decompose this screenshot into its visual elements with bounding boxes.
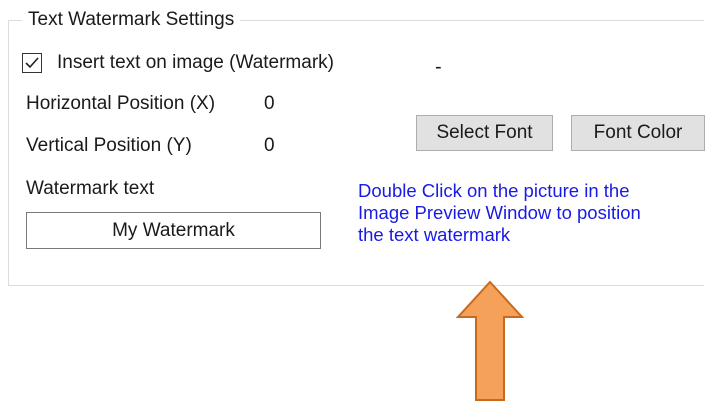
hint-line: Image Preview Window to position — [358, 202, 641, 223]
status-dash: - — [435, 56, 442, 78]
watermark-text-label: Watermark text — [26, 178, 155, 199]
insert-watermark-label[interactable]: Insert text on image (Watermark) — [57, 52, 334, 74]
watermark-text-input[interactable] — [26, 212, 321, 249]
horizontal-position-value: 0 — [264, 93, 275, 114]
groupbox-title: Text Watermark Settings — [22, 9, 241, 31]
hint-line: the text watermark — [358, 224, 511, 245]
insert-watermark-checkbox[interactable] — [22, 53, 42, 73]
font-color-button[interactable]: Font Color — [571, 115, 705, 151]
hint-line: Double Click on the picture in the — [358, 180, 630, 201]
checkmark-icon — [25, 57, 39, 69]
vertical-position-value: 0 — [264, 135, 275, 156]
horizontal-position-label: Horizontal Position (X) — [26, 93, 216, 114]
up-arrow-icon — [455, 280, 525, 401]
vertical-position-label: Vertical Position (Y) — [26, 135, 192, 156]
watermark-settings-panel: Text Watermark Settings Insert text on i… — [0, 0, 714, 401]
insert-watermark-checkbox-row[interactable]: Insert text on image (Watermark) — [22, 51, 334, 75]
select-font-button[interactable]: Select Font — [416, 115, 553, 151]
position-hint-text: Double Click on the picture in the Image… — [358, 180, 698, 246]
